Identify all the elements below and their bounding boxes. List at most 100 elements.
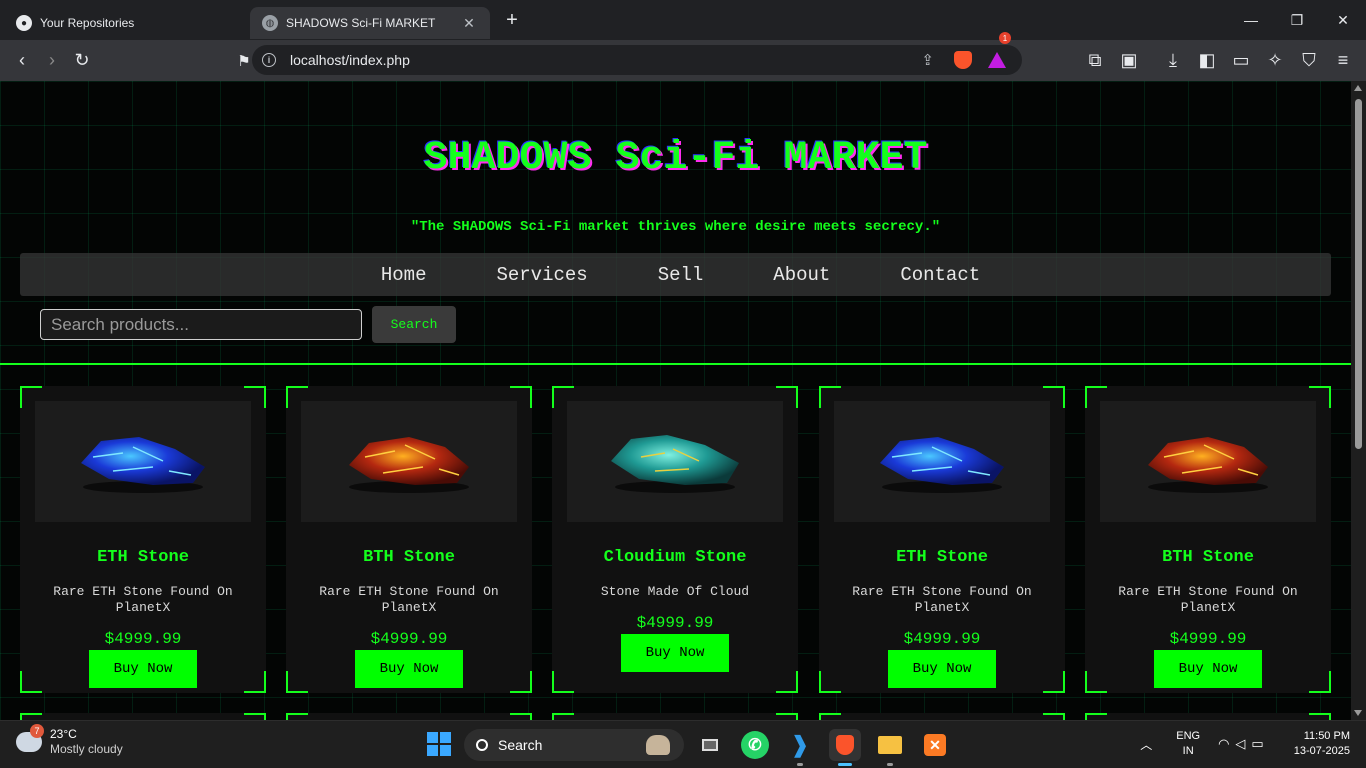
address-bar[interactable]: i localhost/index.php ⇪ 1 (252, 32, 1022, 75)
bth-stone-image (1148, 436, 1268, 493)
back-icon[interactable]: ‹ (7, 46, 37, 76)
product-image[interactable] (1100, 401, 1316, 522)
clock-time: 11:50 PM (1303, 730, 1350, 742)
scroll-up-icon[interactable] (1354, 85, 1362, 91)
nav-services[interactable]: Services (496, 264, 587, 286)
scroll-thumb[interactable] (1355, 99, 1362, 449)
product-description: Rare ETH Stone Found On PlanetX (53, 584, 233, 615)
nav-about[interactable]: About (773, 264, 830, 286)
system-tray: ︿ ENG IN ◠◁▭ 11:50 PM 13-07-2025 (1140, 729, 1350, 759)
clock[interactable]: 11:50 PM 13-07-2025 (1294, 729, 1350, 759)
brave-rewards-icon[interactable]: 1 (988, 32, 1011, 68)
site-title: SHADOWS Sci-Fi MARKET (423, 136, 928, 181)
search-highlight-icon (646, 735, 670, 755)
buy-now-button[interactable]: Buy Now (355, 650, 463, 688)
product-price: $4999.99 (370, 630, 448, 648)
globe-icon: ◍ (262, 15, 278, 31)
browser-tab-bar: ● Your Repositories ◍ SHADOWS Sci-Fi MAR… (0, 0, 1366, 40)
xampp-icon[interactable]: ✕ (919, 729, 951, 761)
taskbar-search-label: Search (498, 737, 543, 753)
product-search-input[interactable] (40, 309, 362, 340)
clock-date: 13-07-2025 (1293, 745, 1350, 757)
menu-icon[interactable]: ≡ (1328, 45, 1358, 75)
weather-badge: 7 (30, 724, 44, 738)
product-price: $4999.99 (636, 614, 714, 632)
nav-sell[interactable]: Sell (658, 264, 704, 286)
download-icon[interactable]: ⤓ (1158, 45, 1188, 75)
nav-home[interactable]: Home (381, 264, 427, 286)
weather-temp: 23°C (50, 727, 77, 741)
windows-taskbar: 7 23°C Mostly cloudy Search ✆ ❱ ✕ ︿ ENG … (0, 720, 1366, 768)
reload-icon[interactable]: ↻ (67, 46, 97, 76)
buy-now-button[interactable]: Buy Now (621, 634, 729, 672)
product-description: Rare ETH Stone Found On PlanetX (319, 584, 499, 615)
extensions-icon[interactable]: ⧉ (1080, 45, 1110, 75)
divider (0, 363, 1351, 365)
browser-toolbar: ‹ › ↻ ⚑ i localhost/index.php ⇪ 1 ⧉ ▣ ⤓ … (0, 32, 1366, 81)
chevron-up-icon[interactable]: ︿ (1140, 736, 1152, 753)
eth-stone-image (880, 436, 1004, 493)
forward-icon[interactable]: › (37, 46, 67, 76)
product-description: Stone Made Of Cloud (600, 584, 750, 599)
file-explorer-icon[interactable] (874, 729, 906, 766)
product-image[interactable] (301, 401, 517, 522)
task-view-icon[interactable] (694, 729, 726, 761)
new-tab-button[interactable]: + (498, 6, 526, 34)
page-scrollbar[interactable] (1351, 81, 1366, 720)
product-price: $4999.99 (1169, 630, 1247, 648)
cloudium-stone-image (611, 434, 739, 493)
weather-widget[interactable]: 7 23°C Mostly cloudy (16, 724, 123, 757)
language-indicator[interactable]: ENG IN (1176, 729, 1200, 759)
buy-now-button[interactable]: Buy Now (1154, 650, 1262, 688)
whatsapp-icon[interactable]: ✆ (741, 731, 769, 759)
product-card-partial (20, 713, 266, 720)
product-name: ETH Stone (896, 548, 988, 567)
close-window-icon[interactable]: ✕ (1320, 0, 1366, 40)
restore-icon[interactable]: ❐ (1274, 0, 1320, 40)
toolbar-right-tools: ⧉ ▣ ⤓ ◧ ▭ ✧ ⛉ ≡ (1080, 45, 1358, 75)
product-card: ETH Stone Rare ETH Stone Found On Planet… (819, 386, 1065, 693)
product-name: BTH Stone (363, 548, 455, 567)
buy-now-button[interactable]: Buy Now (89, 650, 197, 688)
reader-mode-icon[interactable]: ▣ (1114, 45, 1144, 75)
leo-ai-icon[interactable]: ✧ (1260, 45, 1290, 75)
tab-your-repositories[interactable]: ● Your Repositories (4, 7, 242, 39)
page-viewport: SHADOWS Sci-Fi MARKET "The SHADOWS Sci-F… (0, 81, 1351, 720)
wallet-icon[interactable]: ▭ (1226, 45, 1256, 75)
product-image[interactable] (834, 401, 1050, 522)
search-button[interactable]: Search (372, 306, 456, 343)
tab-shadows-market[interactable]: ◍ SHADOWS Sci-Fi MARKET ✕ (250, 7, 490, 39)
vpn-icon[interactable]: ⛉ (1294, 45, 1324, 75)
weather-condition: Mostly cloudy (50, 742, 123, 756)
scroll-down-icon[interactable] (1354, 710, 1362, 716)
taskbar-search[interactable]: Search (464, 729, 684, 761)
product-card: Cloudium Stone Stone Made Of Cloud $4999… (552, 386, 798, 693)
eth-stone-image (81, 436, 205, 493)
product-image[interactable] (35, 401, 251, 522)
close-tab-icon[interactable]: ✕ (460, 15, 478, 32)
product-price: $4999.99 (903, 630, 981, 648)
rewards-badge: 1 (999, 32, 1011, 44)
vscode-icon[interactable]: ❱ (784, 729, 816, 766)
sidebar-icon[interactable]: ◧ (1192, 45, 1222, 75)
search-bar: Search (40, 306, 456, 343)
nav-contact[interactable]: Contact (900, 264, 980, 286)
product-name: BTH Stone (1162, 548, 1254, 567)
buy-now-button[interactable]: Buy Now (888, 650, 996, 688)
window-controls: — ❐ ✕ (1228, 0, 1366, 40)
taskbar-apps: ✆ ❱ ✕ (694, 729, 951, 766)
product-card-partial (552, 713, 798, 720)
wifi-volume-battery-icons[interactable]: ◠◁▭ (1218, 736, 1270, 752)
main-nav: Home Services Sell About Contact (20, 253, 1331, 296)
product-image[interactable] (567, 401, 783, 522)
search-icon (476, 739, 488, 751)
brave-shields-icon[interactable] (954, 51, 972, 69)
share-icon[interactable]: ⇪ (921, 51, 934, 69)
start-button[interactable] (427, 732, 451, 756)
weather-cloud-icon: 7 (16, 724, 44, 752)
minimize-icon[interactable]: — (1228, 0, 1274, 40)
brave-browser-icon[interactable] (829, 729, 861, 766)
site-tagline: "The SHADOWS Sci-Fi market thrives where… (410, 219, 941, 235)
site-info-icon[interactable]: i (262, 53, 276, 67)
product-price: $4999.99 (104, 630, 182, 648)
